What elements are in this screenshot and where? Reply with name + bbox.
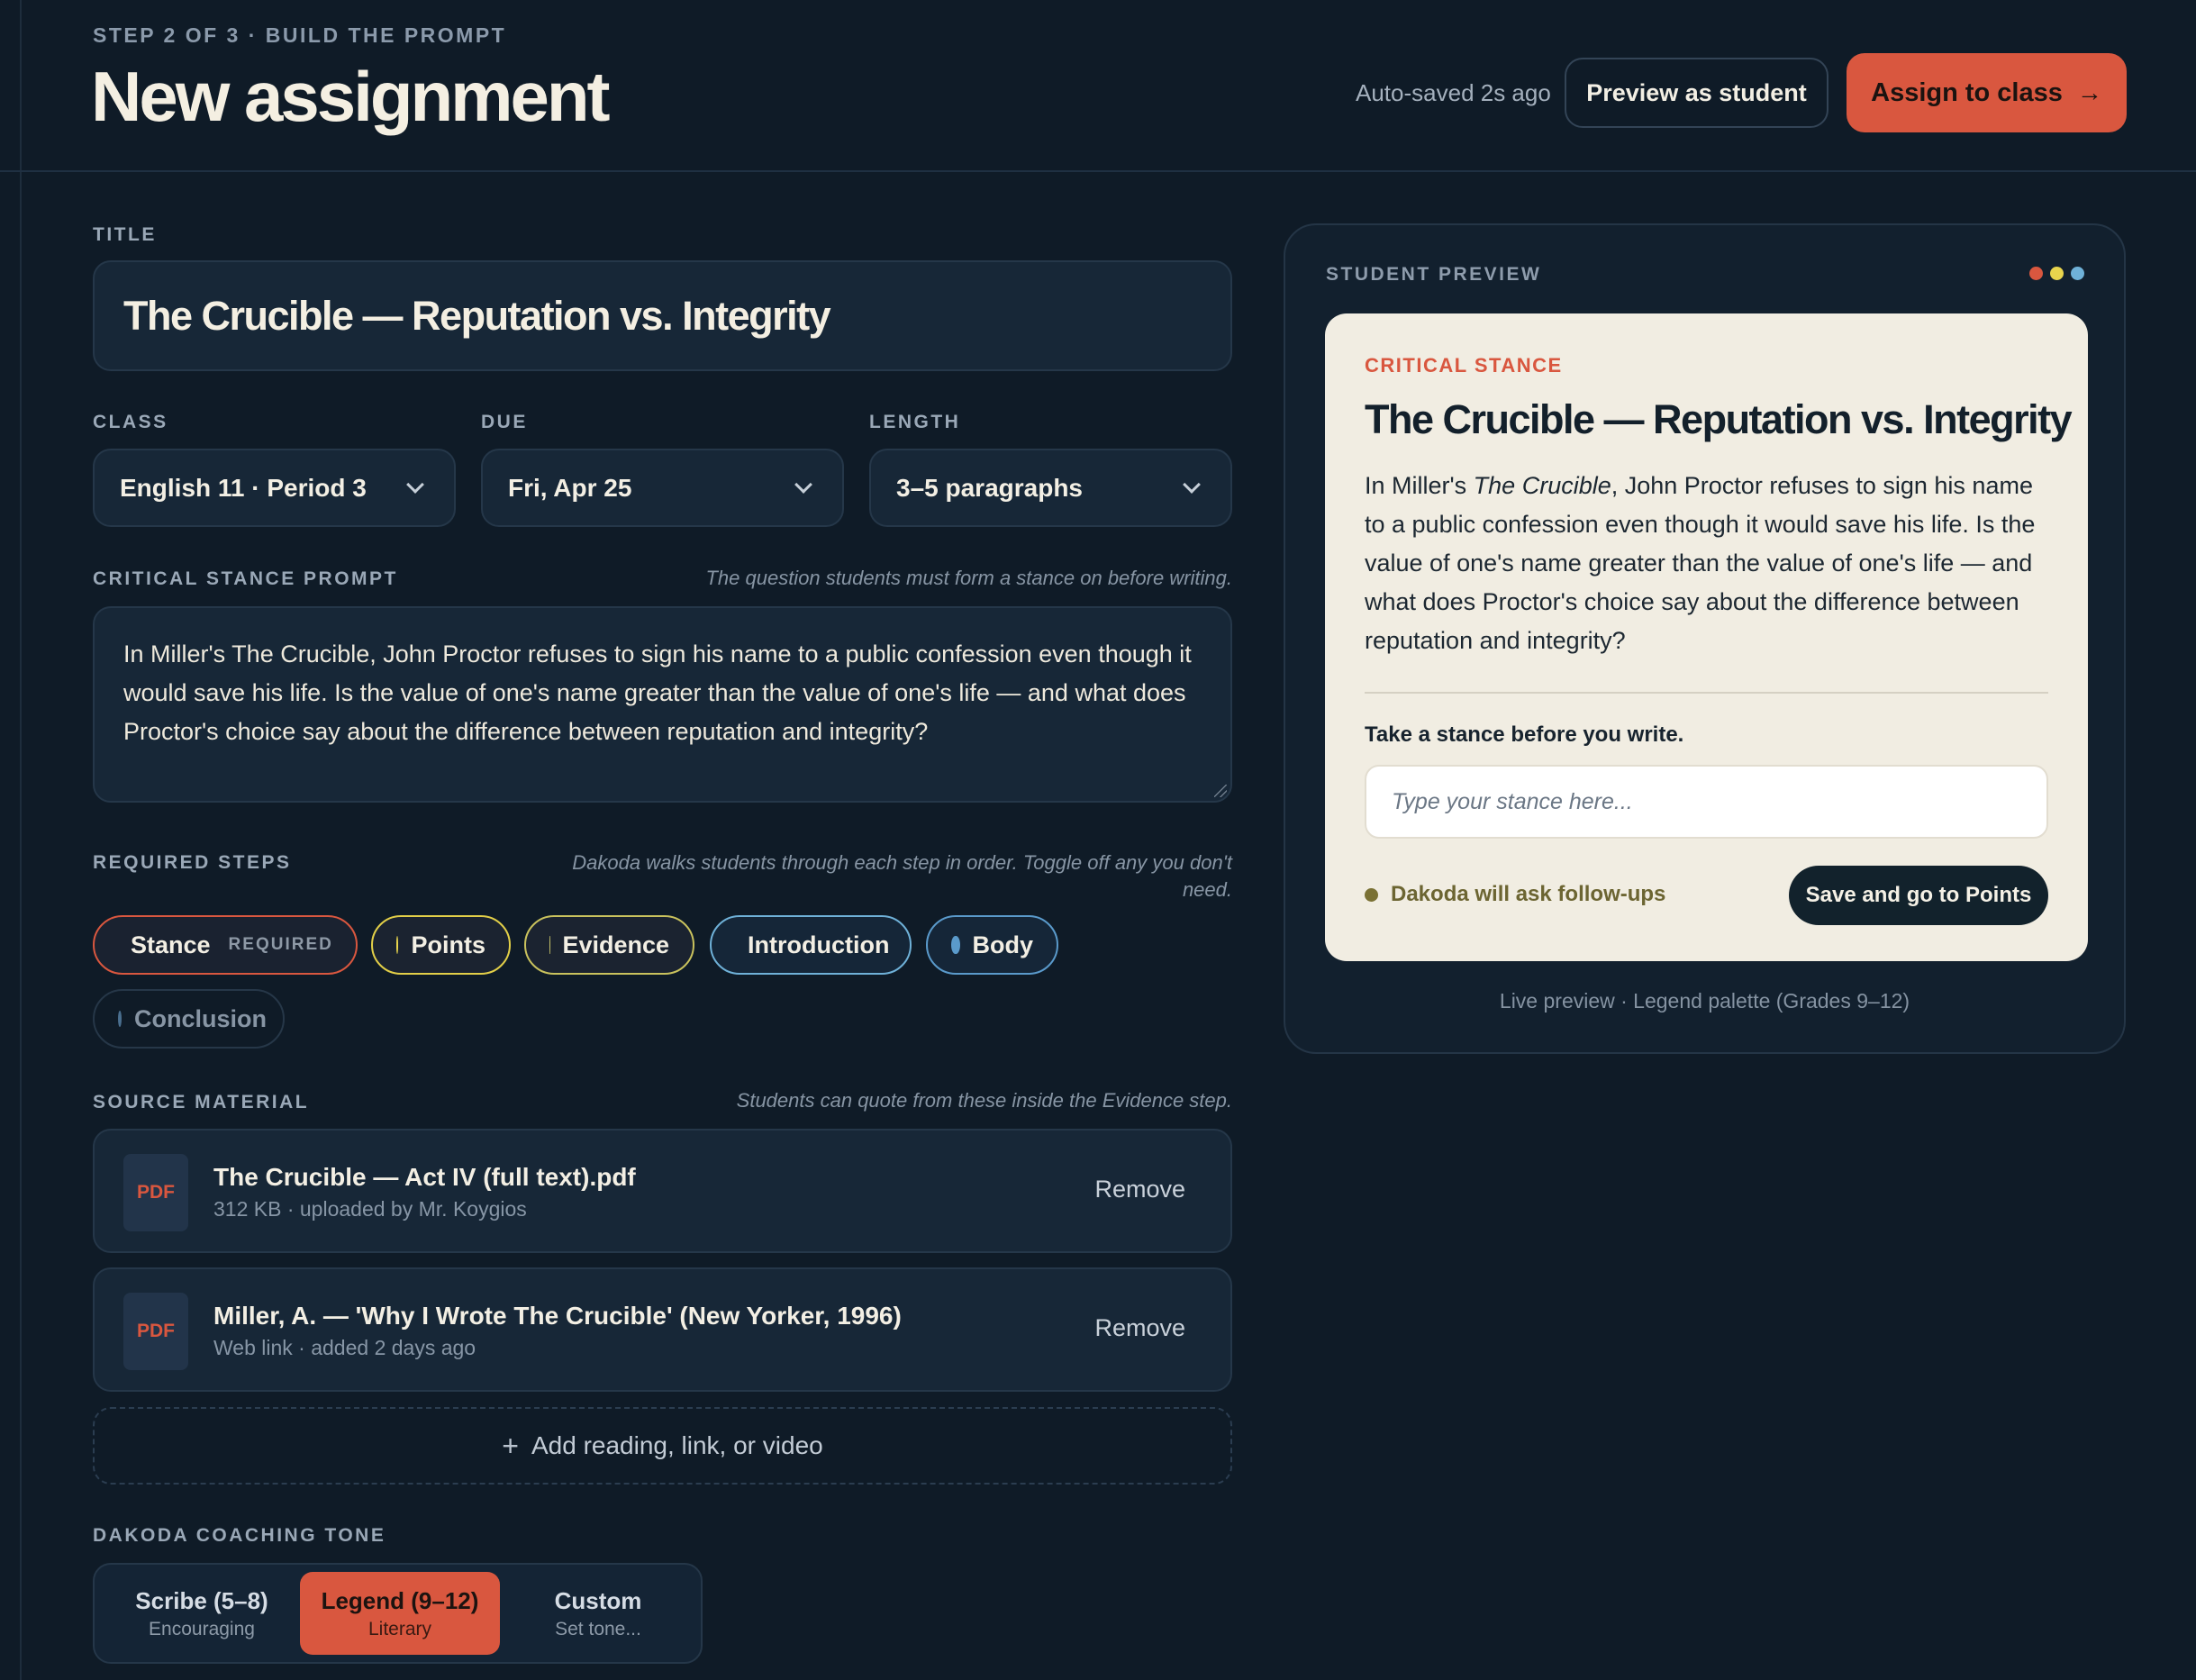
step-chip-label: Introduction (748, 931, 890, 958)
prompt-label: CRITICAL STANCE PROMPT (93, 568, 398, 589)
prompt-text: In Miller's The Crucible, John Proctor r… (123, 640, 1192, 745)
source-name: The Crucible — Act IV (full text).pdf (213, 1163, 636, 1191)
preview-title: The Crucible — Reputation vs. Integrity (1365, 396, 2073, 442)
required-badge: REQUIRED (228, 935, 333, 954)
arrow-right-icon: → (2076, 78, 2102, 106)
prompt-textarea[interactable]: In Miller's The Crucible, John Proctor r… (93, 606, 1232, 803)
title-input[interactable]: The Crucible — Reputation vs. Integrity (93, 260, 1232, 371)
step-chip-label: Evidence (562, 931, 669, 958)
sources-hint: Students can quote from these inside the… (736, 1089, 1232, 1112)
chevron-down-icon (1183, 475, 1201, 494)
preview-kicker: CRITICAL STANCE (1365, 354, 1563, 377)
title-label: TITLE (93, 224, 157, 245)
plus-icon: + (502, 1429, 519, 1462)
class-select-value: English 11 · Period 3 (120, 473, 367, 502)
steps-hint: Dakoda walks students through each step … (572, 851, 1232, 901)
red-dot-icon (2029, 267, 2043, 280)
length-select-value: 3–5 paragraphs (896, 473, 1083, 502)
tone-label: DAKODA COACHING TONE (93, 1525, 386, 1546)
student-preview-label: STUDENT PREVIEW (1326, 264, 1542, 285)
stance-question: Take a stance before you write. (1365, 722, 1684, 747)
points-dot-icon (396, 936, 399, 954)
tone-option-custom[interactable]: Custom Set tone... (498, 1572, 698, 1655)
step-chip-evidence[interactable]: Evidence (524, 915, 694, 975)
source-item: PDF Miller, A. — 'Why I Wrote The Crucib… (93, 1267, 1232, 1392)
preview-body-em: The Crucible (1473, 472, 1611, 499)
step-chip-stance[interactable]: Stance REQUIRED (93, 915, 358, 975)
sources-label: SOURCE MATERIAL (93, 1092, 310, 1112)
left-rule (20, 0, 22, 1680)
yellow-dot-icon (2050, 267, 2064, 280)
add-source-label: Add reading, link, or video (531, 1431, 823, 1459)
source-meta: 312 KB · uploaded by Mr. Koygios (213, 1197, 527, 1221)
prompt-hint: The question students must form a stance… (705, 567, 1232, 589)
due-select[interactable]: Fri, Apr 25 (481, 449, 844, 527)
follow-up-note: Dakoda will ask follow-ups (1365, 882, 1665, 907)
source-meta: Web link · added 2 days ago (213, 1336, 476, 1359)
autosave-status: Auto-saved 2s ago (1356, 79, 1551, 106)
remove-source-button[interactable]: Remove (1094, 1314, 1185, 1342)
preview-card: CRITICAL STANCE The Crucible — Reputatio… (1325, 313, 2088, 961)
step-chip-label: Conclusion (134, 1004, 267, 1032)
length-select[interactable]: 3–5 paragraphs (869, 449, 1232, 527)
stance-input[interactable]: Type your stance here... (1365, 765, 2048, 839)
pdf-file-icon: PDF (123, 1293, 188, 1370)
student-preview-panel: STUDENT PREVIEW CRITICAL STANCE The Cruc… (1284, 223, 2126, 1054)
tone-selector: Scribe (5–8) Encouraging Legend (9–12) L… (93, 1563, 703, 1664)
source-name: Miller, A. — 'Why I Wrote The Crucible' … (213, 1302, 902, 1330)
step-chip-body[interactable]: Body (926, 915, 1058, 975)
steps-label: REQUIRED STEPS (93, 852, 292, 873)
tone-option-sub: Set tone... (555, 1618, 641, 1639)
preview-body-pre: In Miller's (1365, 472, 1474, 499)
add-source-button[interactable]: + Add reading, link, or video (93, 1407, 1232, 1485)
tone-option-legend[interactable]: Legend (9–12) Literary (300, 1572, 500, 1655)
step-chip-conclusion[interactable]: Conclusion (93, 989, 285, 1049)
step-indicator: STEP 2 OF 3 · BUILD THE PROMPT (93, 23, 507, 47)
tone-option-sub: Literary (368, 1618, 432, 1639)
page-title: New assignment (91, 57, 611, 136)
body-dot-icon (951, 936, 960, 954)
window-dots-icon (2029, 267, 2084, 280)
source-item: PDF The Crucible — Act IV (full text).pd… (93, 1129, 1232, 1253)
remove-source-button[interactable]: Remove (1094, 1176, 1185, 1203)
assign-button-label: Assign to class (1871, 77, 2063, 107)
preview-as-student-button[interactable]: Preview as student (1565, 58, 1828, 128)
class-label: CLASS (93, 412, 168, 432)
tone-option-title: Legend (9–12) (321, 1586, 479, 1614)
resize-handle-icon[interactable] (1214, 785, 1227, 797)
tone-option-title: Scribe (5–8) (135, 1586, 268, 1614)
class-select[interactable]: English 11 · Period 3 (93, 449, 456, 527)
blue-dot-icon (2071, 267, 2084, 280)
follow-up-text: Dakoda will ask follow-ups (1391, 882, 1666, 906)
preview-body: In Miller's The Crucible, John Proctor r… (1365, 467, 2049, 660)
tone-option-scribe[interactable]: Scribe (5–8) Encouraging (102, 1572, 302, 1655)
status-dot-icon (1365, 887, 1378, 902)
page-header: STEP 2 OF 3 · BUILD THE PROMPT New assig… (0, 0, 2196, 172)
step-chip-introduction[interactable]: Introduction (710, 915, 912, 975)
step-chip-label: Body (972, 931, 1034, 958)
due-label: DUE (481, 412, 528, 432)
step-chip-label: Stance (131, 931, 211, 958)
conclusion-dot-icon (118, 1011, 122, 1027)
assign-to-class-button[interactable]: Assign to class → (1847, 53, 2127, 132)
length-label: LENGTH (869, 412, 961, 432)
step-chip-label: Points (411, 931, 485, 958)
save-and-go-button[interactable]: Save and go to Points (1789, 866, 2048, 925)
tone-option-title: Custom (554, 1586, 642, 1614)
title-input-value: The Crucible — Reputation vs. Integrity (123, 293, 831, 339)
tone-option-sub: Encouraging (149, 1618, 255, 1639)
chevron-down-icon (794, 475, 812, 494)
divider (1365, 692, 2048, 694)
preview-caption: Live preview · Legend palette (Grades 9–… (1499, 989, 1910, 1013)
due-select-value: Fri, Apr 25 (508, 473, 632, 502)
step-chip-points[interactable]: Points (371, 915, 511, 975)
chevron-down-icon (406, 475, 424, 494)
pdf-file-icon: PDF (123, 1154, 188, 1231)
preview-body-post: , John Proctor refuses to sign his name … (1365, 472, 2036, 654)
